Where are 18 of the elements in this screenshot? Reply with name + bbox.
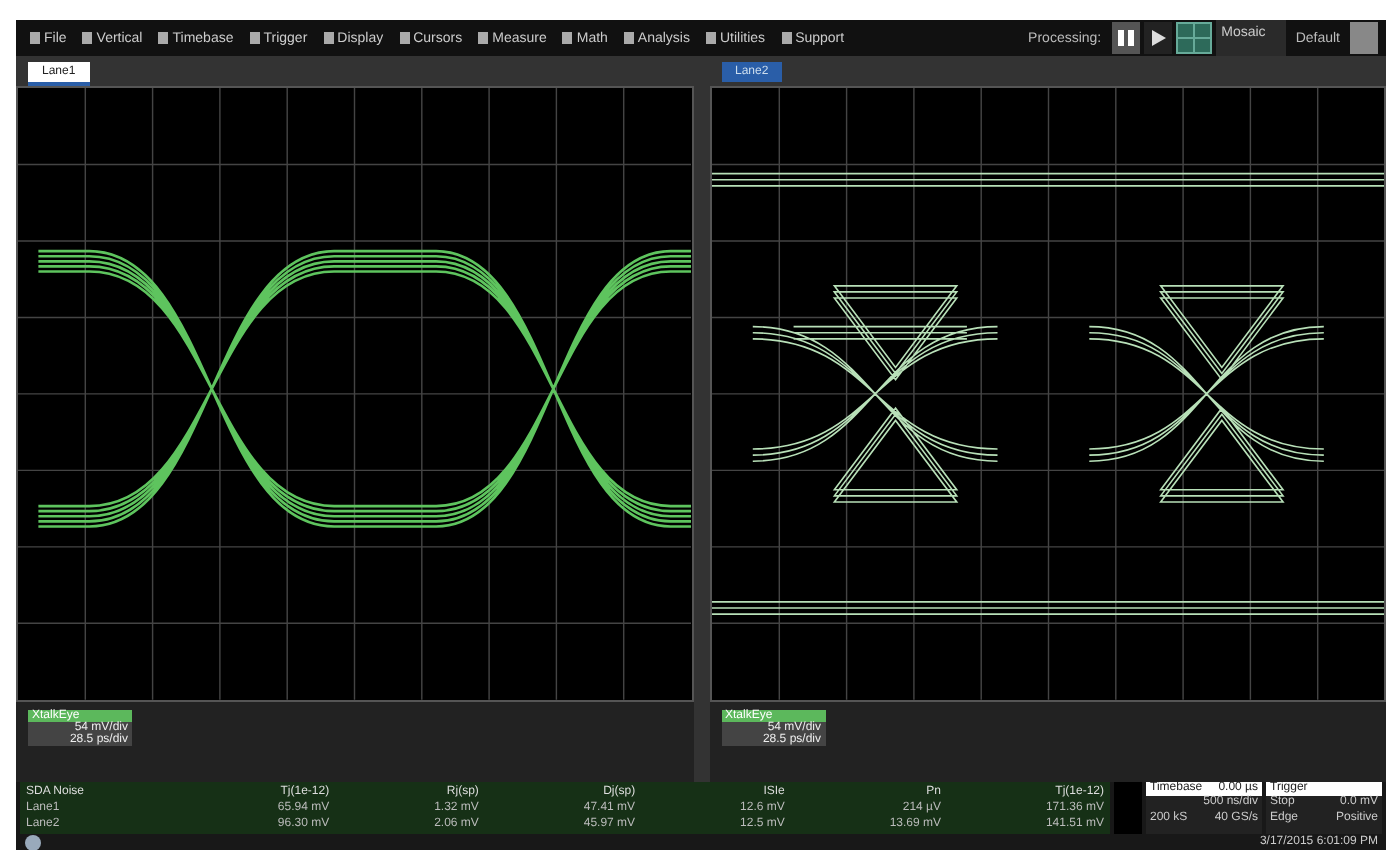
pause-button[interactable] <box>1111 22 1140 54</box>
square-icon <box>249 32 260 44</box>
square-icon <box>82 32 93 44</box>
grid-icon[interactable] <box>1175 22 1212 54</box>
square-icon <box>781 32 792 44</box>
play-icon <box>1147 28 1168 48</box>
square-icon <box>478 32 489 44</box>
pause-icon <box>1115 28 1136 48</box>
play-button[interactable] <box>1143 22 1172 54</box>
square-icon <box>30 32 40 44</box>
square-icon <box>706 32 716 44</box>
square-icon <box>399 32 410 44</box>
info-icon <box>24 833 42 850</box>
square-icon <box>323 32 334 44</box>
square-icon <box>158 32 169 44</box>
square-icon <box>562 32 573 44</box>
square-icon <box>623 32 634 44</box>
blank-panel <box>1114 781 1142 834</box>
